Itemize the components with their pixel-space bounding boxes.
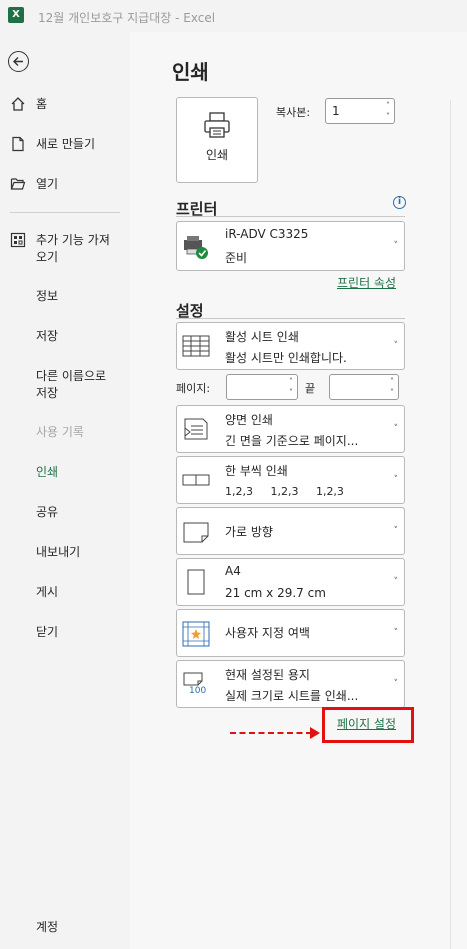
chevron-down-icon: ˅ <box>393 241 399 251</box>
setting-title: 한 부씩 인쇄 <box>225 464 288 478</box>
printer-dropdown[interactable]: iR-ADV C3325 준비 ˅ <box>176 221 405 271</box>
spinner-arrows-icon[interactable]: ˄ ˅ <box>386 100 390 122</box>
copies-value: 1 <box>332 104 340 118</box>
setting-desc: 긴 면을 기준으로 페이지... <box>225 434 359 448</box>
chevron-down-icon: ˅ <box>393 679 399 689</box>
window-title: 12월 개인보호구 지급대장 - Excel <box>38 11 216 25</box>
chevron-down-icon: ˅ <box>393 526 399 536</box>
margins-icon <box>182 621 210 647</box>
section-divider <box>176 216 405 217</box>
title-bar: X 12월 개인보호구 지급대장 - Excel <box>0 0 467 32</box>
scaling-icon-text: 100 <box>189 686 207 696</box>
annotation-arrow-head <box>310 727 320 739</box>
printer-properties-link[interactable]: 프린터 속성 <box>337 274 396 291</box>
sidebar-divider <box>10 212 120 213</box>
info-icon[interactable]: i <box>393 196 406 209</box>
setting-title: 사용자 지정 여백 <box>225 626 310 640</box>
sidebar-item-account[interactable]: 계정 <box>36 918 58 935</box>
setting-title: 가로 방향 <box>225 525 273 539</box>
setting-desc: 활성 시트만 인쇄합니다. <box>225 351 347 365</box>
collate-icon <box>182 474 210 486</box>
sidebar-item-label: 내보내기 <box>36 545 81 559</box>
open-folder-icon <box>10 178 26 190</box>
orientation-dropdown[interactable]: 가로 방향 ˅ <box>176 507 405 555</box>
back-arrow-icon <box>13 57 23 66</box>
print-what-dropdown[interactable]: 활성 시트 인쇄 활성 시트만 인쇄합니다. ˅ <box>176 322 405 370</box>
setting-title: A4 <box>225 564 241 578</box>
sidebar-item-label: 정보 <box>36 289 59 303</box>
add-ins-icon <box>10 232 26 248</box>
printer-status: 준비 <box>225 251 248 265</box>
section-divider <box>176 318 405 319</box>
copies-label: 복사본: <box>276 106 311 119</box>
duplex-icon <box>184 418 208 440</box>
chevron-down-icon: ˅ <box>393 577 399 587</box>
pages-to-input[interactable]: ˄ ˅ <box>329 374 399 400</box>
paper-size-dropdown[interactable]: A4 21 cm x 29.7 cm ˅ <box>176 558 405 606</box>
setting-desc: 1,2,3 1,2,3 1,2,3 <box>225 485 344 498</box>
page-setup-link[interactable]: 페이지 설정 <box>337 715 396 732</box>
back-button[interactable] <box>8 51 29 72</box>
setting-title: 현재 설정된 용지 <box>225 668 310 682</box>
setting-desc: 21 cm x 29.7 cm <box>225 586 326 600</box>
margins-dropdown[interactable]: 사용자 지정 여백 ˅ <box>176 609 405 657</box>
scaling-dropdown[interactable]: 100 현재 설정된 용지 실제 크기로 시트를 인쇄... ˅ <box>176 660 405 708</box>
home-icon <box>11 97 25 111</box>
print-button-label: 인쇄 <box>205 148 229 162</box>
printer-icon <box>204 112 230 138</box>
sheet-grid-icon <box>182 335 210 357</box>
sidebar-item-label: 새로 만들기 <box>36 137 96 151</box>
spinner-arrows-icon[interactable]: ˄ ˅ <box>390 376 394 398</box>
chevron-down-icon: ˅ <box>393 424 399 434</box>
annotation-arrow-line <box>230 732 312 734</box>
new-document-icon <box>12 136 24 152</box>
chevron-down-icon: ˅ <box>393 475 399 485</box>
printer-name: iR-ADV C3325 <box>225 227 309 241</box>
printer-ready-icon <box>184 236 208 259</box>
setting-title: 활성 시트 인쇄 <box>225 330 299 344</box>
excel-app-icon: X <box>8 7 24 23</box>
spinner-arrows-icon[interactable]: ˄ ˅ <box>289 376 293 398</box>
copies-stepper[interactable]: 1 ˄ ˅ <box>325 98 395 124</box>
pages-from-input[interactable]: ˄ ˅ <box>226 374 298 400</box>
setting-title: 양면 인쇄 <box>225 413 273 427</box>
landscape-icon <box>183 522 209 543</box>
duplex-dropdown[interactable]: 양면 인쇄 긴 면을 기준으로 페이지... ˅ <box>176 405 405 453</box>
sidebar-item-label: 사용 기록 <box>36 425 84 439</box>
sidebar-item-label: 열기 <box>36 177 59 191</box>
sidebar-item-label: 인쇄 <box>36 465 59 479</box>
pages-to-label: 끝 <box>305 382 316 395</box>
print-button[interactable]: 인쇄 <box>176 97 258 183</box>
sidebar-item-label: 추가 기능 가져오기 <box>36 233 110 264</box>
page-title: 인쇄 <box>172 60 209 84</box>
setting-desc: 실제 크기로 시트를 인쇄... <box>225 689 359 703</box>
print-pane: 인쇄 인쇄 복사본: 1 ˄ ˅ 프린터 i iR-ADV C3325 준비 ˅ … <box>130 32 467 949</box>
sidebar-item-label: 게시 <box>36 585 59 599</box>
chevron-down-icon: ˅ <box>393 341 399 351</box>
chevron-down-icon: ˅ <box>393 628 399 638</box>
backstage-sidebar: 홈 새로 만들기 열기 추가 기능 가져오기 정보 저장 다른 이름으로 저장 … <box>0 32 130 949</box>
sidebar-item-label: 저장 <box>36 329 59 343</box>
paper-size-icon <box>187 569 205 595</box>
sidebar-item-label: 홈 <box>36 97 48 111</box>
sidebar-item-label: 닫기 <box>36 625 59 639</box>
collate-dropdown[interactable]: 한 부씩 인쇄 1,2,3 1,2,3 1,2,3 ˅ <box>176 456 405 504</box>
sidebar-item-label: 공유 <box>36 505 59 519</box>
sidebar-item-label: 다른 이름으로 저장 <box>36 369 107 400</box>
pages-label: 페이지: <box>176 382 211 395</box>
preview-divider <box>450 100 451 949</box>
